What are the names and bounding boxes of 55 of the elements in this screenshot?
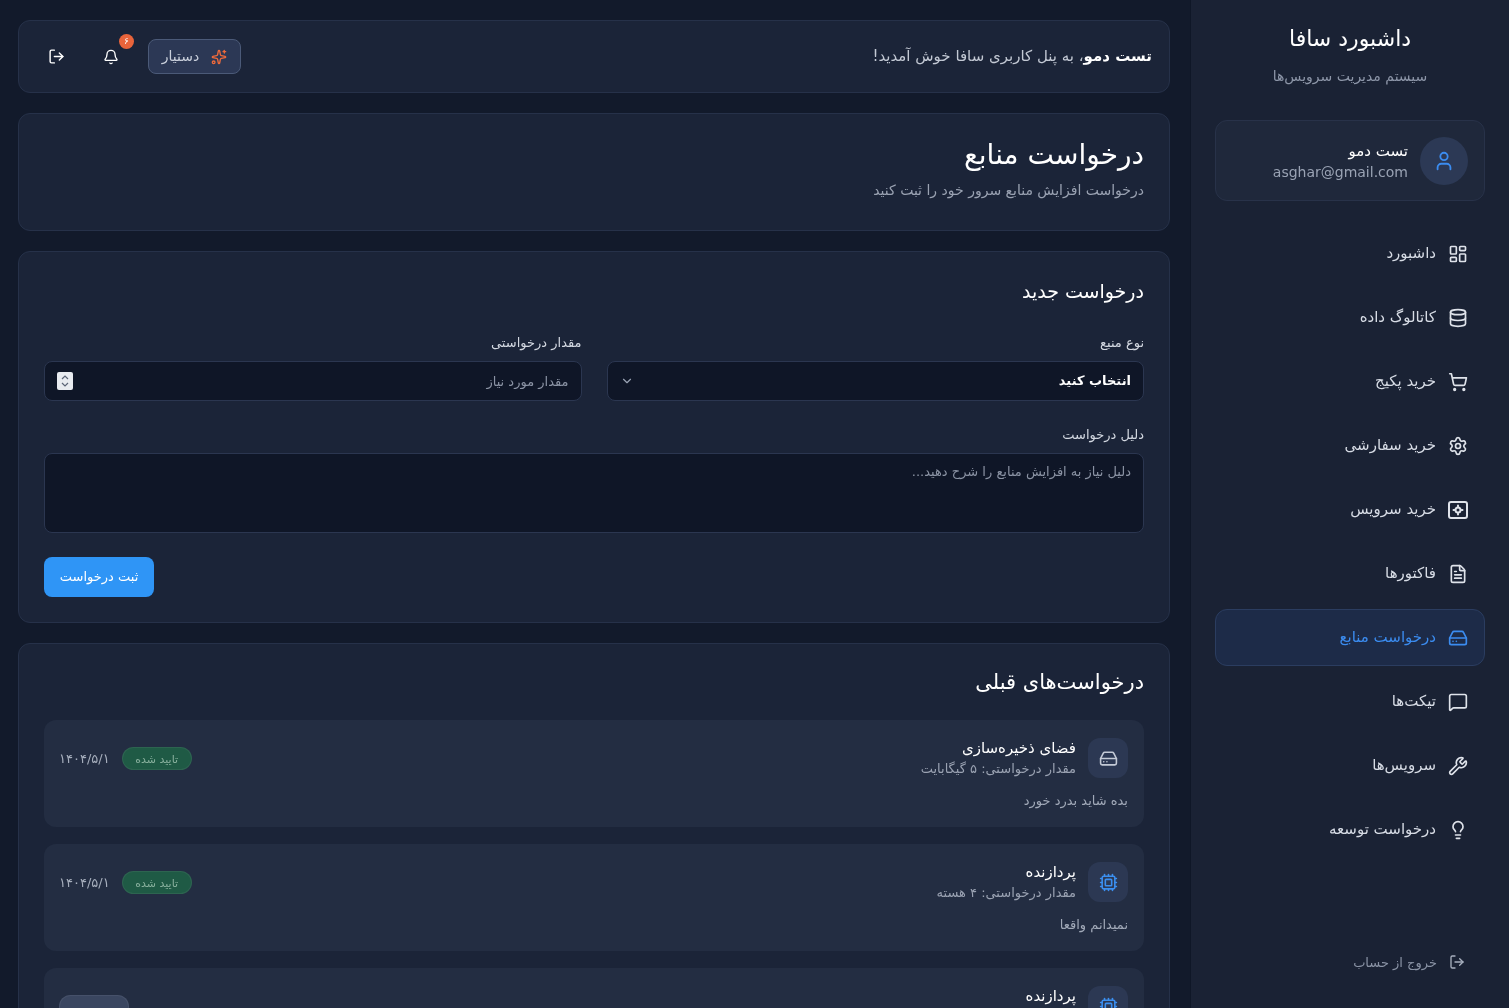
gear-icon	[1448, 435, 1468, 456]
gear-panel-icon	[1448, 499, 1468, 520]
field-label: دلیل درخواست	[1061, 426, 1144, 444]
avatar-user-icon	[1420, 136, 1468, 185]
sidebar-nav-item[interactable]: خرید سفارشی	[1215, 417, 1485, 474]
field-label: نوع منبع	[1099, 334, 1144, 352]
sidebar-nav-item[interactable]: کاتالوگ داده	[1215, 289, 1485, 346]
assistant-button[interactable]: دستیار	[148, 39, 241, 74]
request-note: نمیدانم واقعا	[1058, 916, 1128, 934]
sidebar-nav-item[interactable]: درخواست منابع	[1215, 609, 1485, 666]
section-title: درخواست جدید	[1020, 279, 1144, 304]
request-amount: مقدار درخواستی: ۴ هسته	[936, 884, 1076, 903]
status-badge: تایید شده	[121, 871, 192, 894]
request-amount: مقدار درخواستی: ۵ گیگابایت	[920, 760, 1076, 779]
sidebar-nav-item[interactable]: درخواست توسعه	[1215, 801, 1485, 858]
amount-input[interactable]: مقدار مورد نیاز	[44, 361, 582, 401]
sidebar-nav-item[interactable]: سرویس‌ها	[1215, 737, 1485, 794]
resource-type-select[interactable]: انتخاب کنید	[606, 361, 1144, 401]
status-badge: تایید شده	[121, 747, 192, 770]
page-subtitle: درخواست افزایش منابع سرور خود را ثبت کنید	[872, 181, 1144, 200]
sidebar-nav-item[interactable]: فاکتورها	[1215, 545, 1485, 602]
sparkles-icon	[211, 48, 228, 65]
sidebar-nav-item[interactable]: خرید سرویس	[1215, 481, 1485, 538]
dashboard-grid-icon	[1448, 243, 1468, 264]
wrench-icon	[1448, 755, 1468, 776]
sidebar-nav-item[interactable]: تیکت‌ها	[1215, 673, 1485, 730]
notification-count-badge: ۶	[119, 33, 134, 49]
sidebar-nav-item[interactable]: خرید پکیج	[1215, 353, 1485, 410]
logout-link[interactable]: خروج از حساب	[1215, 952, 1485, 972]
request-note: بده شاید بدرد خورد	[1022, 792, 1128, 810]
database-icon	[1448, 307, 1468, 328]
bell-icon	[103, 48, 119, 65]
logout-icon	[47, 48, 65, 65]
chat-bubble-icon	[1448, 691, 1468, 712]
hard-drive-icon	[1088, 738, 1128, 778]
logout-icon	[1449, 954, 1465, 971]
request-title: پردازنده	[1024, 862, 1076, 882]
welcome-message: تست دمو، به پنل کاربری سافا خوش آمدید!	[872, 46, 1152, 68]
user-name: تست دمو	[1347, 140, 1408, 162]
request-date: ۱۴۰۴/۵/۱	[59, 874, 110, 892]
section-title: درخواست‌های قبلی	[974, 669, 1144, 696]
request-title: فضای ذخیره‌سازی	[961, 738, 1076, 758]
field-label: مقدار درخواستی	[490, 334, 582, 352]
app-title: داشبورد سافا	[1287, 25, 1413, 53]
sidebar-nav-item[interactable]: داشبورد	[1215, 225, 1485, 282]
reason-textarea[interactable]: دلیل نیاز به افزایش منابع را شرح دهید...	[44, 453, 1144, 533]
cart-icon	[1448, 371, 1468, 392]
page-title: درخواست منابع	[962, 137, 1144, 173]
document-icon	[1448, 563, 1468, 584]
request-title: پردازنده	[1025, 986, 1076, 1006]
user-email: asghar@gmail.com	[1272, 162, 1408, 182]
cpu-chip-icon	[1088, 862, 1128, 902]
app-subtitle: سیستم مدیریت سرویس‌ها	[1271, 67, 1429, 86]
stepper-arrows-icon[interactable]	[57, 372, 73, 390]
request-date: ۱۴۰۴/۵/۱	[59, 750, 110, 768]
